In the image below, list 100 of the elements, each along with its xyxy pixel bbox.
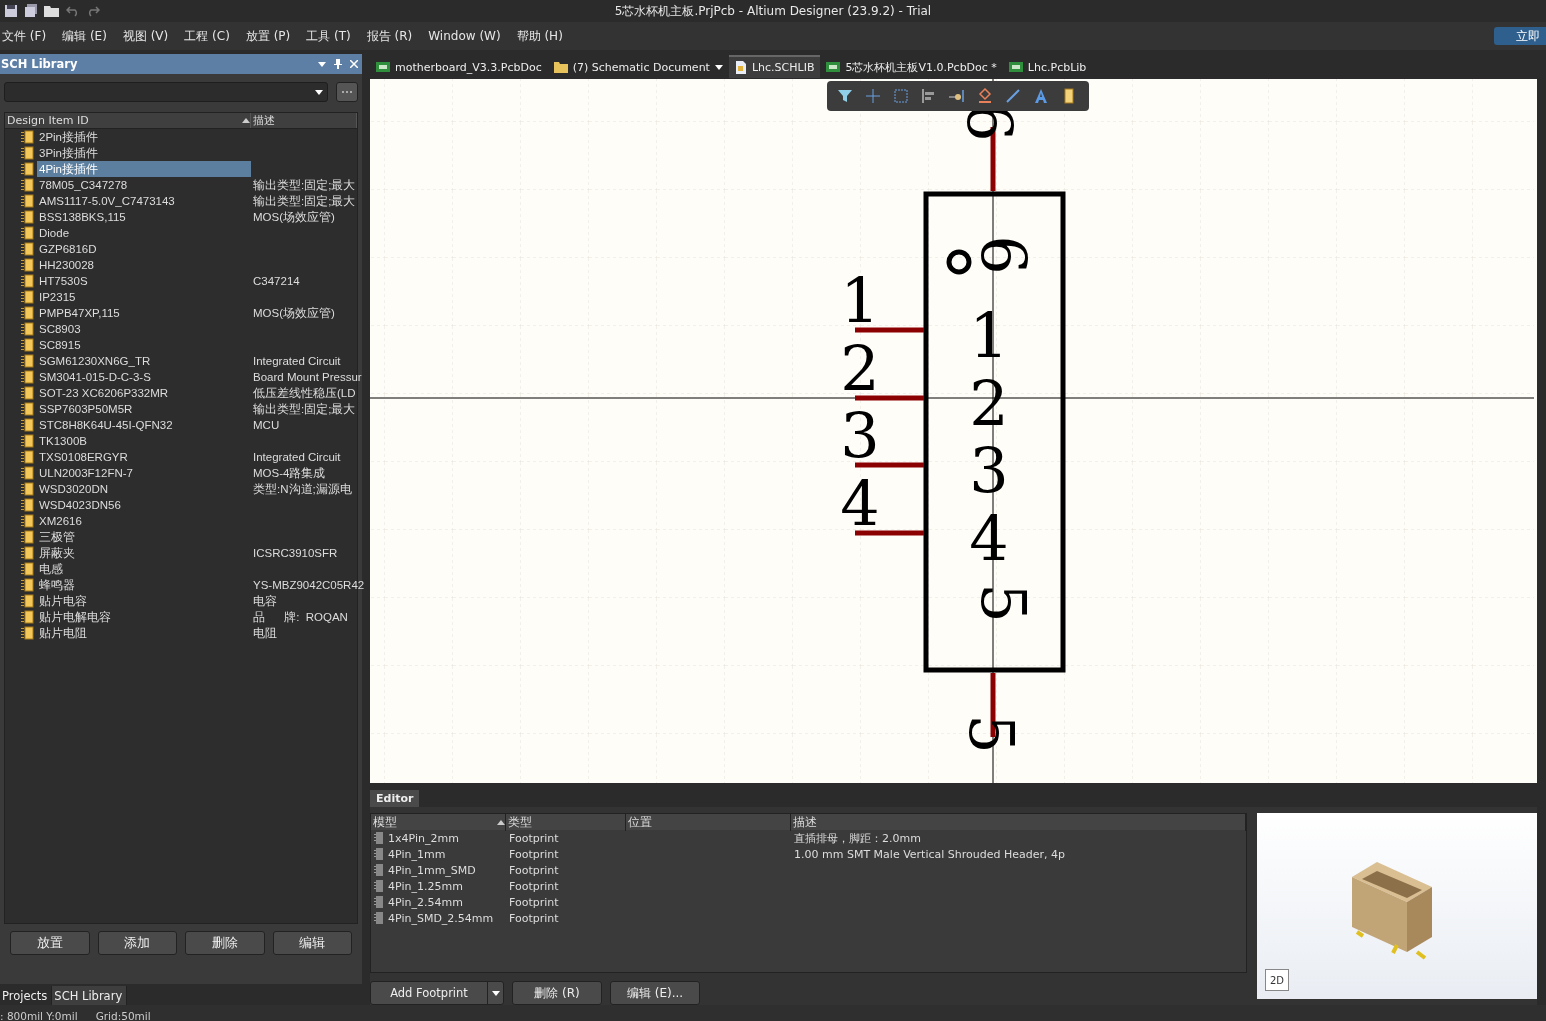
library-item[interactable]: AMS1117-5.0V_C7473143: [37, 193, 251, 209]
sort-icon: [242, 118, 250, 123]
redo-icon[interactable]: [86, 5, 100, 17]
library-item[interactable]: 贴片电容: [37, 593, 251, 609]
add-footprint-label[interactable]: Add Footprint: [371, 982, 487, 1004]
component-icon: [21, 226, 35, 240]
pin-name: 5: [967, 583, 1040, 623]
library-item[interactable]: 贴片电解电容: [37, 609, 251, 625]
panel-button[interactable]: 删除: [185, 931, 265, 955]
library-item[interactable]: SSP7603P50M5R: [37, 401, 251, 417]
menu-item[interactable]: 视图 (V): [122, 27, 169, 45]
undo-icon[interactable]: [66, 5, 80, 17]
library-item[interactable]: HH230028: [37, 257, 251, 273]
dropdown-toggle[interactable]: [487, 982, 503, 1004]
component-icon: [21, 162, 35, 176]
column-header[interactable]: 描述: [251, 113, 357, 128]
view-toggle-button[interactable]: 2D: [1265, 969, 1289, 991]
close-icon[interactable]: [350, 60, 358, 68]
footprint-icon: [374, 896, 384, 908]
library-item[interactable]: 蜂鸣器: [37, 577, 251, 593]
menu-item[interactable]: 工具 (T): [306, 27, 351, 45]
menu-item[interactable]: 放置 (P): [245, 27, 291, 45]
save-icon[interactable]: [4, 4, 18, 18]
folder-icon[interactable]: [44, 4, 60, 18]
editor-tab[interactable]: Editor: [370, 790, 420, 807]
library-item[interactable]: STC8H8K64U-45I-QFN32: [37, 417, 251, 433]
model-cell[interactable]: 4Pin_2.54mm: [371, 895, 506, 909]
document-tab[interactable]: Lhc.SCHLIB: [728, 54, 821, 78]
item-description: MOS(场效应管): [252, 306, 336, 321]
library-item[interactable]: TK1300B: [37, 433, 251, 449]
library-item[interactable]: 3Pin接插件: [37, 145, 251, 161]
library-item[interactable]: XM2616: [37, 513, 251, 529]
item-description: 输出类型:固定;最大: [252, 402, 357, 417]
model-cell[interactable]: 4Pin_1mm: [371, 847, 506, 861]
edit-button[interactable]: 编辑 (E)...: [610, 981, 700, 1005]
library-item[interactable]: ULN2003F12FN-7: [37, 465, 251, 481]
delete-button[interactable]: 删除 (R): [512, 981, 602, 1005]
library-item[interactable]: WSD4023DN56: [37, 497, 251, 513]
panel-tab[interactable]: Projects: [0, 986, 53, 1005]
document-tab[interactable]: (7) Schematic Document: [547, 54, 729, 78]
library-item[interactable]: 贴片电阻: [37, 625, 251, 641]
library-item[interactable]: 电感: [37, 561, 251, 577]
pin-name: 6: [967, 235, 1040, 275]
save-all-icon[interactable]: [24, 4, 38, 18]
model-cell[interactable]: 4Pin_1.25mm: [371, 879, 506, 893]
item-description: 输出类型:固定;最大: [252, 194, 357, 209]
column-header[interactable]: Design Item ID: [5, 113, 251, 128]
add-footprint-button[interactable]: Add Footprint: [370, 981, 504, 1005]
model-cell[interactable]: 4Pin_1mm_SMD: [371, 863, 506, 877]
library-item[interactable]: SM3041-015-D-C-3-S: [37, 369, 251, 385]
menu-item[interactable]: 文件 (F): [2, 27, 47, 45]
document-tab[interactable]: Lhc.PcbLib: [1002, 54, 1093, 78]
item-description: MCU: [252, 418, 281, 433]
component-icon: [21, 194, 35, 208]
library-item[interactable]: 4Pin接插件: [37, 161, 251, 177]
item-description: MOS-4路集成: [252, 466, 327, 481]
type-cell-text: Footprint: [508, 879, 560, 893]
library-item[interactable]: BSS138BKS,115: [37, 209, 251, 225]
library-item[interactable]: GZP6816D: [37, 241, 251, 257]
item-description: Integrated Circuit: [252, 450, 342, 465]
more-button[interactable]: [336, 82, 358, 102]
library-item[interactable]: Diode: [37, 225, 251, 241]
pin-line: [855, 327, 924, 333]
library-item[interactable]: WSD3020DN: [37, 481, 251, 497]
menu-item[interactable]: 工程 (C): [184, 27, 230, 45]
library-item[interactable]: SOT-23 XC6206P332MR: [37, 385, 251, 401]
caret-icon: [318, 61, 326, 67]
account-button[interactable]: 立即: [1494, 27, 1546, 45]
model-cell[interactable]: 4Pin_SMD_2.54mm: [371, 911, 506, 925]
library-item[interactable]: SC8915: [37, 337, 251, 353]
panel-button[interactable]: 添加: [97, 931, 177, 955]
library-item[interactable]: 屏蔽夹: [37, 545, 251, 561]
column-header[interactable]: 位置: [626, 814, 791, 831]
menu-item[interactable]: 帮助 (H): [516, 27, 563, 45]
item-description: YS-MBZ9042C05R42: [252, 578, 365, 593]
library-item[interactable]: TXS0108ERGYR: [37, 449, 251, 465]
library-item[interactable]: SGM61230XN6G_TR: [37, 353, 251, 369]
panel-tab[interactable]: SCH Library: [52, 986, 128, 1005]
document-tab[interactable]: 5芯水杯机主板V1.0.PcbDoc *: [820, 54, 1003, 78]
column-header[interactable]: 描述: [791, 814, 1246, 831]
library-item[interactable]: 三极管: [37, 529, 251, 545]
menu-item[interactable]: Window (W): [428, 29, 501, 43]
library-item[interactable]: 78M05_C347278: [37, 177, 251, 193]
panel-button[interactable]: 编辑: [272, 931, 352, 955]
library-item[interactable]: IP2315: [37, 289, 251, 305]
menu-item[interactable]: 报告 (R): [366, 27, 413, 45]
column-header[interactable]: 类型: [506, 814, 626, 831]
footprint-icon: [374, 864, 384, 876]
library-item[interactable]: 2Pin接插件: [37, 129, 251, 145]
component-icon: [21, 450, 35, 464]
component-icon: [21, 626, 35, 640]
panel-button[interactable]: 放置: [10, 931, 90, 955]
library-item[interactable]: HT7530S: [37, 273, 251, 289]
library-item[interactable]: PMPB47XP,115: [37, 305, 251, 321]
model-cell[interactable]: 1x4Pin_2mm: [371, 831, 506, 845]
column-header[interactable]: 模型: [371, 814, 506, 831]
pin-icon[interactable]: [334, 59, 342, 69]
document-tab[interactable]: motherboard_V3.3.PcbDoc: [370, 54, 548, 78]
library-item[interactable]: SC8903: [37, 321, 251, 337]
menu-item[interactable]: 编辑 (E): [62, 27, 107, 45]
